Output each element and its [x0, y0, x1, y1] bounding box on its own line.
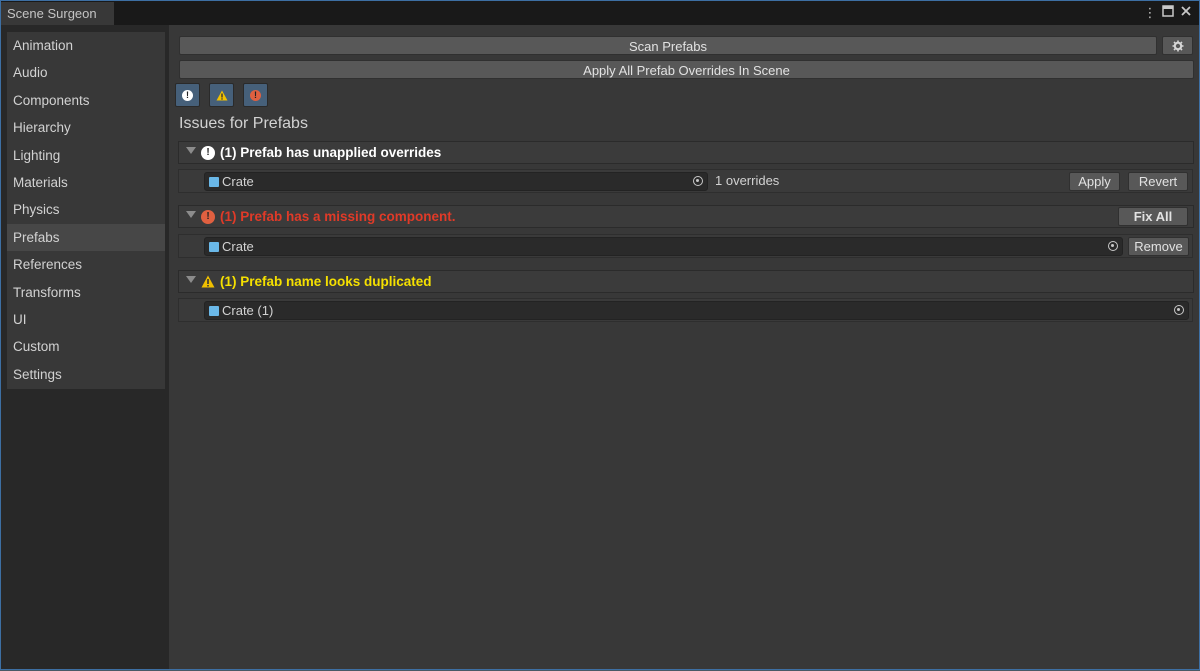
- object-picker-icon[interactable]: [693, 176, 703, 186]
- object-name: Crate (1): [222, 303, 274, 318]
- scan-prefabs-button[interactable]: Scan Prefabs: [179, 36, 1157, 55]
- issue-row: Crate Remove: [178, 234, 1193, 258]
- object-name: Crate: [222, 239, 254, 254]
- foldout-arrow-icon[interactable]: [186, 276, 196, 283]
- prefab-cube-icon: [209, 306, 219, 316]
- kebab-menu-icon[interactable]: ⋮: [1142, 5, 1158, 21]
- object-field[interactable]: Crate: [204, 172, 708, 191]
- sidebar-item-hierarchy[interactable]: Hierarchy: [7, 114, 165, 141]
- maximize-icon[interactable]: [1160, 5, 1176, 21]
- gear-icon: [1172, 40, 1184, 55]
- sidebar-item-materials[interactable]: Materials: [7, 169, 165, 196]
- main-panel: [169, 25, 1199, 669]
- apply-all-overrides-button[interactable]: Apply All Prefab Overrides In Scene: [179, 60, 1194, 79]
- sidebar-item-ui[interactable]: UI: [7, 306, 165, 333]
- error-icon: !: [201, 210, 215, 224]
- object-name: Crate: [222, 174, 254, 189]
- issue-row: Crate (1): [178, 298, 1193, 322]
- issue-row: Crate 1 overrides Apply Revert: [178, 169, 1193, 193]
- override-count: 1 overrides: [715, 173, 780, 188]
- prefab-cube-icon: [209, 242, 219, 252]
- sidebar-item-animation[interactable]: Animation: [7, 32, 165, 59]
- sidebar-item-transforms[interactable]: Transforms: [7, 279, 165, 306]
- prefab-cube-icon: [209, 177, 219, 187]
- close-icon[interactable]: [1178, 5, 1194, 21]
- object-picker-icon[interactable]: [1108, 241, 1118, 251]
- fix-all-button[interactable]: Fix All: [1118, 207, 1188, 226]
- info-filter-toggle[interactable]: !: [175, 83, 200, 107]
- title-bar: Scene Surgeon ⋮: [1, 1, 1199, 25]
- group-title: (1) Prefab has unapplied overrides: [220, 145, 442, 160]
- scene-surgeon-window: Scene Surgeon ⋮ Animation Audio Componen…: [0, 0, 1200, 670]
- warning-filter-icon: [216, 90, 227, 100]
- sidebar-item-settings[interactable]: Settings: [7, 361, 165, 388]
- sidebar-item-custom[interactable]: Custom: [7, 333, 165, 360]
- foldout-arrow-icon[interactable]: [186, 147, 196, 154]
- error-filter-toggle[interactable]: !: [243, 83, 268, 107]
- warning-icon: [201, 275, 215, 288]
- error-filter-icon: !: [250, 89, 261, 101]
- sidebar-item-prefabs[interactable]: Prefabs: [7, 223, 165, 252]
- category-sidebar: Animation Audio Components Hierarchy Lig…: [7, 32, 165, 389]
- sidebar-item-components[interactable]: Components: [7, 87, 165, 114]
- group-title: (1) Prefab has a missing component.: [220, 209, 456, 224]
- object-field[interactable]: Crate: [204, 237, 1123, 256]
- group-duplicated-name[interactable]: (1) Prefab name looks duplicated: [178, 270, 1194, 293]
- foldout-arrow-icon[interactable]: [186, 211, 196, 218]
- revert-button[interactable]: Revert: [1128, 172, 1188, 191]
- sidebar-item-lighting[interactable]: Lighting: [7, 142, 165, 169]
- sidebar-item-physics[interactable]: Physics: [7, 196, 165, 223]
- sidebar-item-audio[interactable]: Audio: [7, 59, 165, 86]
- group-missing-component[interactable]: ! (1) Prefab has a missing component. Fi…: [178, 205, 1194, 228]
- sidebar-item-references[interactable]: References: [7, 251, 165, 278]
- apply-button[interactable]: Apply: [1069, 172, 1120, 191]
- group-title: (1) Prefab name looks duplicated: [220, 274, 432, 289]
- settings-button[interactable]: [1162, 36, 1193, 55]
- window-tab[interactable]: Scene Surgeon: [1, 2, 115, 25]
- warning-filter-toggle[interactable]: [209, 83, 234, 107]
- info-filter-icon: !: [182, 89, 193, 101]
- remove-button[interactable]: Remove: [1128, 237, 1189, 256]
- page-title: Issues for Prefabs: [179, 115, 308, 132]
- object-picker-icon[interactable]: [1174, 305, 1184, 315]
- object-field[interactable]: Crate (1): [204, 301, 1189, 320]
- group-unapplied-overrides[interactable]: ! (1) Prefab has unapplied overrides: [178, 141, 1194, 164]
- info-icon: !: [201, 146, 215, 160]
